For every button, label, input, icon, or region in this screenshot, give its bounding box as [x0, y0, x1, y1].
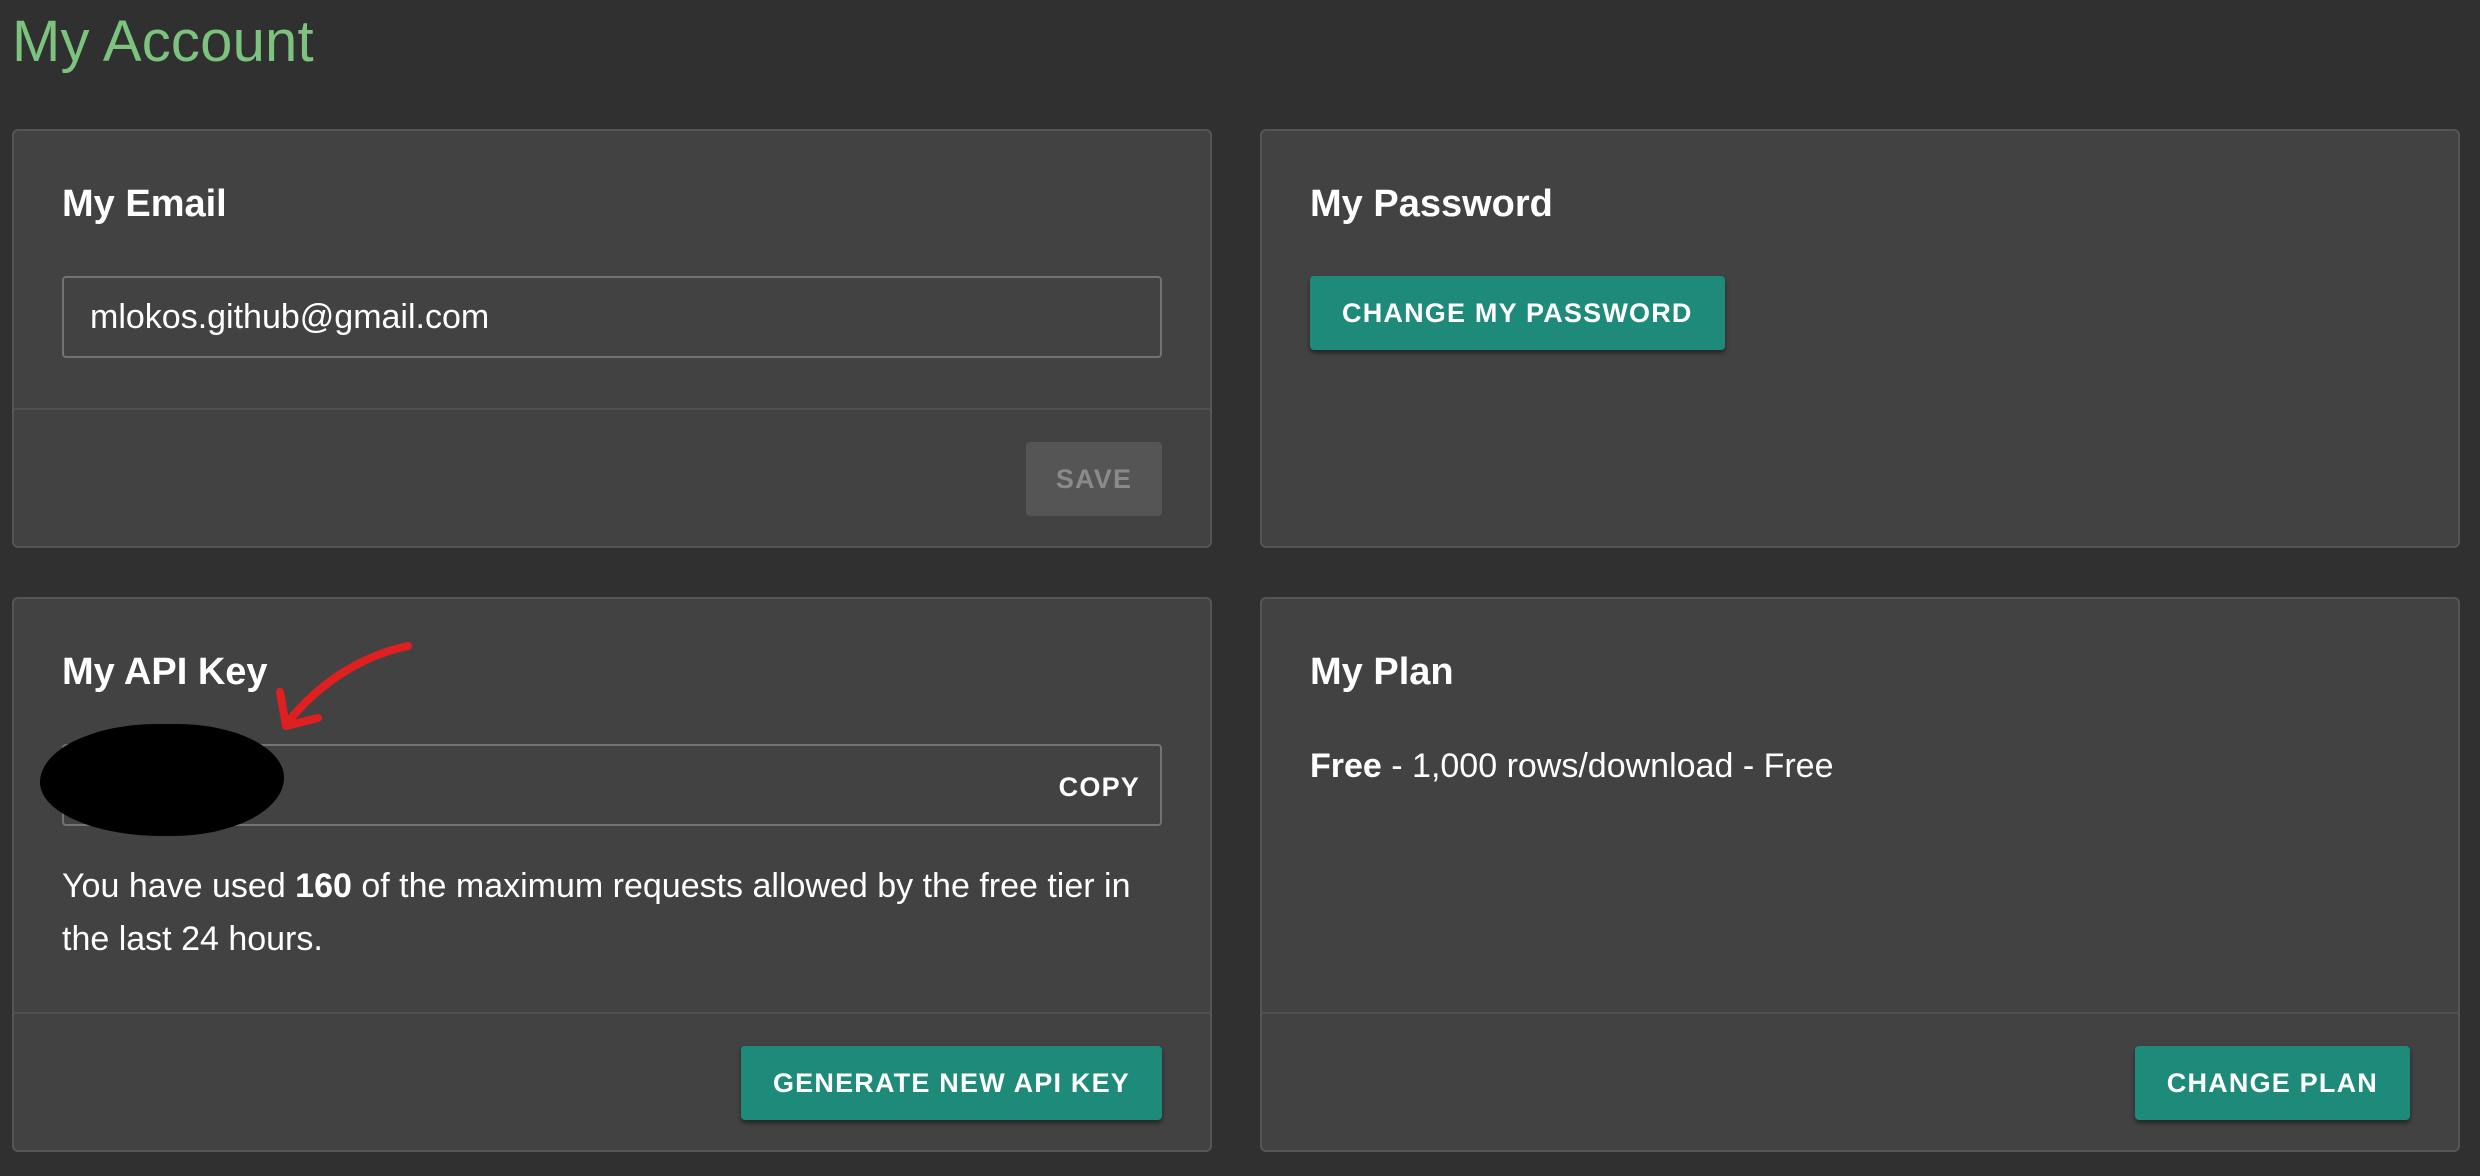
- page-title: My Account: [12, 9, 314, 74]
- redaction-mark: [40, 724, 284, 836]
- card-divider: [14, 408, 1210, 410]
- email-field[interactable]: [62, 276, 1162, 358]
- usage-count: 160: [295, 867, 352, 905]
- email-card-title: My Email: [62, 183, 227, 225]
- change-password-button[interactable]: CHANGE MY PASSWORD: [1310, 276, 1725, 350]
- copy-button[interactable]: COPY: [1049, 764, 1150, 811]
- password-card-title: My Password: [1310, 183, 1553, 225]
- card-divider: [1262, 1012, 2458, 1014]
- red-arrow-icon: [276, 642, 412, 730]
- plan-summary: Free - 1,000 rows/download - Free: [1310, 747, 1834, 786]
- change-plan-button[interactable]: CHANGE PLAN: [2134, 1046, 2410, 1120]
- plan-card-title: My Plan: [1310, 651, 1454, 693]
- api-key-card-title: My API Key: [62, 651, 268, 693]
- plan-card: My Plan Free - 1,000 rows/download - Fre…: [1260, 597, 2460, 1152]
- plan-details: - 1,000 rows/download - Free: [1381, 747, 1834, 785]
- plan-name: Free: [1310, 747, 1382, 785]
- generate-api-key-button[interactable]: GENERATE NEW API KEY: [740, 1046, 1162, 1120]
- email-card: My Email SAVE: [12, 129, 1212, 548]
- api-key-card: My API Key COPY You have used 160 of the…: [12, 597, 1212, 1152]
- card-divider: [14, 1012, 1210, 1014]
- usage-text: You have used 160 of the maximum request…: [62, 860, 1162, 966]
- password-card: My Password CHANGE MY PASSWORD: [1260, 129, 2460, 548]
- usage-prefix: You have used: [62, 867, 296, 905]
- save-button[interactable]: SAVE: [1026, 442, 1162, 516]
